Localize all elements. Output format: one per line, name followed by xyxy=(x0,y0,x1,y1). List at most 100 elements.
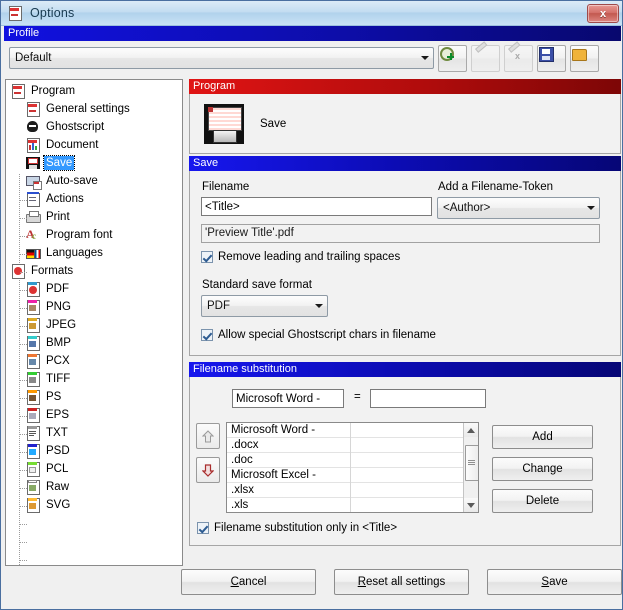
program-pane-body: Save xyxy=(189,94,621,154)
tree-item-program-font[interactable]: Ac Program font xyxy=(6,226,182,244)
tree-item-pcl[interactable]: PCL xyxy=(6,460,182,478)
allow-gs-chars-checkbox[interactable]: Allow special Ghostscript chars in filen… xyxy=(201,329,436,341)
bmp-icon xyxy=(25,335,41,351)
txt-icon xyxy=(25,425,41,441)
tree-item-actions[interactable]: Actions xyxy=(6,190,182,208)
add-button[interactable]: Add xyxy=(492,425,593,449)
tree-guide-stub xyxy=(20,488,27,489)
move-up-button[interactable] xyxy=(196,423,220,449)
tree-item-ps[interactable]: PS xyxy=(6,388,182,406)
move-up-arrow-icon xyxy=(202,429,214,442)
subst-find-input[interactable] xyxy=(232,389,344,408)
filename-token-select[interactable]: <Author> xyxy=(437,197,600,219)
tree-guide-stub xyxy=(20,344,27,345)
checkbox-check-icon xyxy=(201,329,213,341)
save-profile-button[interactable] xyxy=(537,44,566,72)
save-format-value: PDF xyxy=(207,300,230,312)
save-pane-header: Save xyxy=(189,156,621,171)
filename-input[interactable] xyxy=(201,197,432,216)
tree-item-document[interactable]: Document xyxy=(6,136,182,154)
tree-item-png[interactable]: PNG xyxy=(6,298,182,316)
list-scrollbar[interactable] xyxy=(463,423,478,512)
pdf-icon xyxy=(25,281,41,297)
cancel-button[interactable]: Cancel xyxy=(181,569,316,595)
program-pane: Program Save xyxy=(189,79,621,154)
tree-item-label: Actions xyxy=(46,193,84,205)
list-column-divider xyxy=(350,423,351,512)
tree-guide-stub xyxy=(20,380,27,381)
tree-guide-stub xyxy=(20,434,27,435)
list-item[interactable]: .doc xyxy=(227,453,478,468)
add-profile-button[interactable] xyxy=(438,44,467,72)
tree-item-pcx[interactable]: PCX xyxy=(6,352,182,370)
list-item[interactable]: .xls xyxy=(227,498,478,512)
save-pane: Save Filename Add a Filename-Token <Auth… xyxy=(189,156,621,356)
tree-item-formats[interactable]: Formats xyxy=(6,262,182,280)
list-item[interactable]: Microsoft Word - xyxy=(227,423,478,438)
tree-item-label: Program xyxy=(31,85,76,97)
scroll-down-button[interactable] xyxy=(464,498,478,512)
tree-item-ghostscript[interactable]: Ghostscript xyxy=(6,118,182,136)
profile-select[interactable]: Default xyxy=(9,47,434,69)
tree-item-general-settings[interactable]: General settings xyxy=(6,100,182,118)
scroll-up-button[interactable] xyxy=(464,423,478,437)
equals-sign: = xyxy=(354,391,361,403)
font-icon: Ac xyxy=(26,227,36,241)
save-accel: S xyxy=(541,576,550,588)
open-profile-button[interactable] xyxy=(570,44,599,72)
filename-preview: 'Preview Title'.pdf xyxy=(201,224,600,243)
reset-all-settings-button[interactable]: Reset all settings xyxy=(334,569,469,595)
save-format-select[interactable]: PDF xyxy=(201,295,328,317)
subst-replace-input[interactable] xyxy=(370,389,486,408)
tree-item-pdf[interactable]: PDF xyxy=(6,280,182,298)
tree-guide-stub xyxy=(20,218,27,219)
checkbox-check-icon xyxy=(201,251,213,263)
tree-item-txt[interactable]: TXT xyxy=(6,424,182,442)
tree-item-eps[interactable]: EPS xyxy=(6,406,182,424)
tree-item-label: Languages xyxy=(46,247,103,259)
tree-item-label: TIFF xyxy=(46,373,71,385)
tree-item-auto-save[interactable]: Auto-save xyxy=(6,172,182,190)
ghostscript-icon xyxy=(25,119,41,135)
settings-tree[interactable]: Program General settings Ghostscript Docume… xyxy=(5,79,183,566)
list-item[interactable]: Microsoft Excel - xyxy=(227,468,478,483)
list-item[interactable]: .xlsx xyxy=(227,483,478,498)
tree-guide-stub xyxy=(20,236,27,237)
list-item[interactable]: .docx xyxy=(227,438,478,453)
substitution-list[interactable]: Microsoft Word - .docx .doc Microsoft Excel… xyxy=(226,422,479,513)
tree-item-label: EPS xyxy=(46,409,70,421)
general-icon xyxy=(25,101,41,117)
tree-item-tiff[interactable]: TIFF xyxy=(6,370,182,388)
options-document-icon xyxy=(7,5,23,21)
tree-item-svg[interactable]: SVG xyxy=(6,496,182,514)
tree-item-label: Auto-save xyxy=(46,175,98,187)
tree-item-print[interactable]: Print xyxy=(6,208,182,226)
tree-item-jpeg[interactable]: JPEG xyxy=(6,316,182,334)
tree-item-raw[interactable]: Raw xyxy=(6,478,182,496)
tree-item-label: JPEG xyxy=(46,319,77,331)
save-rest: ave xyxy=(549,576,568,588)
remove-spaces-checkbox[interactable]: Remove leading and trailing spaces xyxy=(201,251,400,263)
delete-profile-button[interactable]: x xyxy=(504,40,533,72)
rename-profile-button[interactable] xyxy=(471,40,500,72)
tree-item-save[interactable]: Save xyxy=(6,154,182,172)
tree-item-bmp[interactable]: BMP xyxy=(6,334,182,352)
tree-item-label: PCX xyxy=(46,355,70,367)
scrollbar-thumb[interactable] xyxy=(465,445,478,481)
tree-item-program[interactable]: Program xyxy=(6,82,182,100)
chevron-down-icon xyxy=(416,56,433,60)
cancel-accel: C xyxy=(230,576,239,588)
tree-guide-stub xyxy=(20,326,27,327)
save-button[interactable]: Save xyxy=(487,569,622,595)
tree-item-psd[interactable]: PSD xyxy=(6,442,182,460)
move-down-button[interactable] xyxy=(196,457,220,483)
delete-button[interactable]: Delete xyxy=(492,489,593,513)
languages-flag-icon xyxy=(25,245,41,261)
tree-item-languages[interactable]: Languages xyxy=(6,244,182,262)
save-format-label: Standard save format xyxy=(202,279,312,291)
change-button[interactable]: Change xyxy=(492,457,593,481)
subst-only-title-checkbox[interactable]: Filename substitution only in <Title> xyxy=(197,522,397,534)
svg-icon xyxy=(25,497,41,513)
program-pane-header: Program xyxy=(189,79,621,94)
close-button[interactable]: x xyxy=(587,4,619,23)
